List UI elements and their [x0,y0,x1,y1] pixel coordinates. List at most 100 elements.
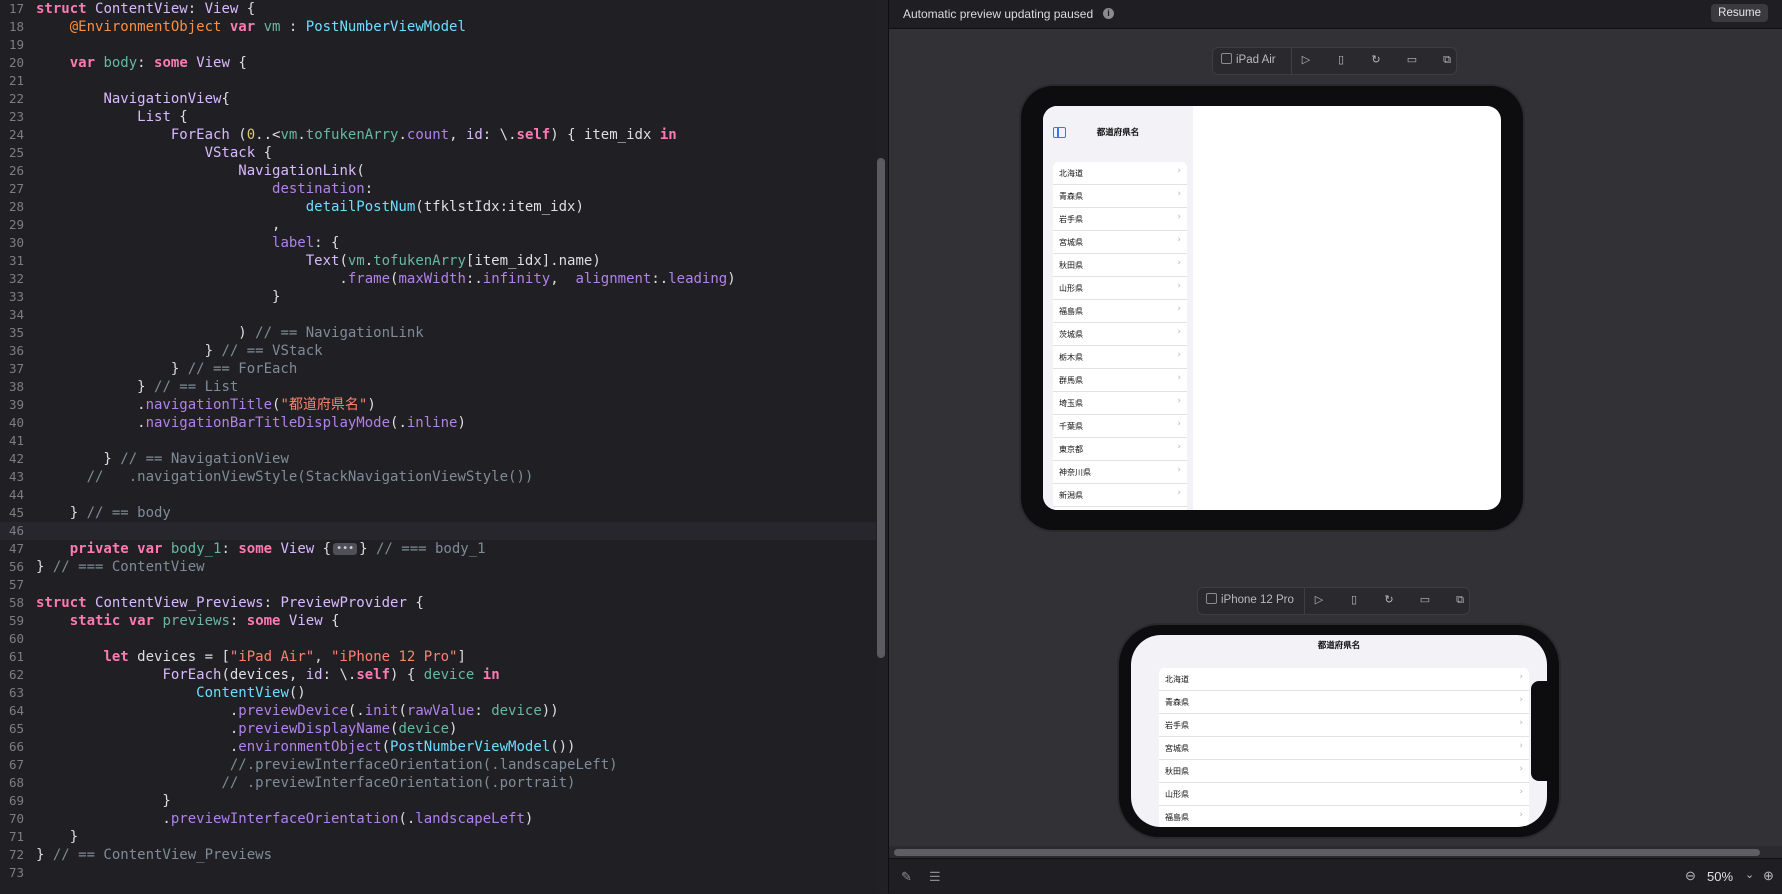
code-line[interactable]: 27 destination: [0,180,876,198]
list-item[interactable]: 東京都 › [1053,438,1187,461]
variants-icon[interactable]: ☰ [929,869,941,885]
list-item[interactable]: 山形県 › [1159,783,1529,806]
code-line[interactable]: 56} // === ContentView [0,558,876,576]
code-line[interactable]: 38 } // == List [0,378,876,396]
code-line[interactable]: 33 } [0,288,876,306]
code-line[interactable]: 45 } // == body [0,504,876,522]
code-line[interactable]: 40 .navigationBarTitleDisplayMode(.inlin… [0,414,876,432]
list-item[interactable]: 秋田県 › [1159,760,1529,783]
code-line[interactable]: 44 [0,486,876,504]
iphone-device-selector[interactable]: iPhone 12 Pro [1206,593,1294,606]
line-number: 66 [8,739,24,754]
list-item[interactable]: 青森県 › [1053,185,1187,208]
code-line[interactable]: 31 Text(vm.tofukenArry[item_idx].name) [0,252,876,270]
code-line[interactable]: 29 , [0,216,876,234]
list-item[interactable]: 秋田県 › [1053,254,1187,277]
code-line[interactable]: 43 // .navigationViewStyle(StackNavigati… [0,468,876,486]
zoom-level[interactable]: 50% [1707,869,1733,884]
canvas-scrollbar-thumb[interactable] [894,849,1760,856]
code-line[interactable]: 37 } // == ForEach [0,360,876,378]
list-item[interactable]: 山形県 › [1053,277,1187,300]
on-device-icon[interactable]: ▯ [1347,593,1361,607]
code-line[interactable]: 25 VStack { [0,144,876,162]
list-item[interactable]: 埼玉県 › [1053,392,1187,415]
code-line[interactable]: 66 .environmentObject(PostNumberViewMode… [0,738,876,756]
list-item[interactable]: 群馬県 › [1053,369,1187,392]
code-line[interactable]: 63 ContentView() [0,684,876,702]
list-item[interactable]: 富山県› [1053,507,1187,510]
code-line[interactable]: 65 .previewDisplayName(device) [0,720,876,738]
code-line[interactable]: 28 detailPostNum(tfklstIdx:item_idx) [0,198,876,216]
list-item[interactable]: 宮城県 › [1159,737,1529,760]
rotate-icon[interactable]: ↻ [1369,53,1383,67]
list-item[interactable]: 神奈川県 › [1053,461,1187,484]
code-line[interactable]: 67 //.previewInterfaceOrientation(.lands… [0,756,876,774]
code-line[interactable]: 60 [0,630,876,648]
code-line[interactable]: 64 .previewDevice(.init(rawValue: device… [0,702,876,720]
list-item[interactable]: 青森県 › [1159,691,1529,714]
list-item[interactable]: 宮城県 › [1053,231,1187,254]
code-line[interactable]: 21 [0,72,876,90]
code-line[interactable]: 26 NavigationLink( [0,162,876,180]
code-line[interactable]: 32 .frame(maxWidth:.infinity, alignment:… [0,270,876,288]
code-line[interactable]: 47 private var body_1: some View {•••} /… [0,540,876,558]
list-item[interactable]: 福島県 › [1053,300,1187,323]
code-line[interactable]: 69 } [0,792,876,810]
code-line[interactable]: 20 var body: some View { [0,54,876,72]
code-token: View [280,541,315,557]
code-line[interactable]: 34 [0,306,876,324]
list-item[interactable]: 北海道 › [1053,162,1187,185]
inspect-icon[interactable]: ▭ [1405,53,1419,67]
code-line[interactable]: 68 // .previewInterfaceOrientation(.port… [0,774,876,792]
code-line[interactable]: 18 @EnvironmentObject var vm : PostNumbe… [0,18,876,36]
code-line[interactable]: 46 [0,522,876,540]
list-item[interactable]: 岩手県 › [1053,208,1187,231]
list-item[interactable]: 福島県 › [1159,806,1529,827]
duplicate-icon[interactable]: ⧉ [1453,593,1467,607]
code-line[interactable]: 35 ) // == NavigationLink [0,324,876,342]
code-line[interactable]: 62 ForEach(devices, id: \.self) { device… [0,666,876,684]
folded-code-badge[interactable]: ••• [333,543,358,555]
code-line[interactable]: 59 static var previews: some View { [0,612,876,630]
editor-scrollbar-thumb[interactable] [877,158,885,658]
list-item[interactable]: 新潟県 › [1053,484,1187,507]
ipad-device-selector[interactable]: iPad Air [1221,53,1276,66]
code-line[interactable]: 57 [0,576,876,594]
code-line[interactable]: 23 List { [0,108,876,126]
code-line[interactable]: 72} // == ContentView_Previews [0,846,876,864]
zoom-out-icon[interactable]: ⊖ [1685,868,1696,884]
code-line[interactable]: 58 struct ContentView_Previews: PreviewPr… [0,594,876,612]
code-line[interactable]: 42 } // == NavigationView [0,450,876,468]
chevron-down-icon[interactable]: ⌄ [1745,868,1754,881]
on-device-icon[interactable]: ▯ [1334,53,1348,67]
inspect-icon[interactable]: ▭ [1418,593,1432,607]
zoom-in-icon[interactable]: ⊕ [1763,868,1774,884]
info-icon[interactable]: i [1103,8,1114,19]
code-editor[interactable]: 17 struct ContentView: View {18 @Environm… [0,0,876,893]
live-preview-icon[interactable]: ▷ [1312,593,1326,607]
code-line[interactable]: 39 .navigationTitle("都道府県名") [0,396,876,414]
code-line[interactable]: 30 label: { [0,234,876,252]
code-line[interactable]: 17 struct ContentView: View { [0,0,876,18]
code-line[interactable]: 36 } // == VStack [0,342,876,360]
code-line[interactable]: 24 ForEach (0..<vm.tofukenArry.count, id… [0,126,876,144]
rotate-icon[interactable]: ↻ [1382,593,1396,607]
list-item[interactable]: 岩手県 › [1159,714,1529,737]
code-line[interactable]: 73 [0,864,876,882]
resume-button[interactable]: Resume [1711,4,1768,22]
code-line[interactable]: 22 NavigationView{ [0,90,876,108]
list-item[interactable]: 北海道 › [1159,668,1529,691]
list-item[interactable]: 栃木県 › [1053,346,1187,369]
list-item[interactable]: 千葉県 › [1053,415,1187,438]
list-item[interactable]: 茨城県 › [1053,323,1187,346]
live-preview-icon[interactable]: ▷ [1299,53,1313,67]
code-line[interactable]: 71 } [0,828,876,846]
code-line[interactable]: 70 .previewInterfaceOrientation(.landsca… [0,810,876,828]
code-line[interactable]: 41 [0,432,876,450]
code-token: // == body [86,505,171,521]
code-line[interactable]: 61 let devices = ["iPad Air", "iPhone 12… [0,648,876,666]
pin-preview-icon[interactable]: ✎ [901,869,912,885]
code-line[interactable]: 19 [0,36,876,54]
duplicate-icon[interactable]: ⧉ [1440,53,1454,67]
